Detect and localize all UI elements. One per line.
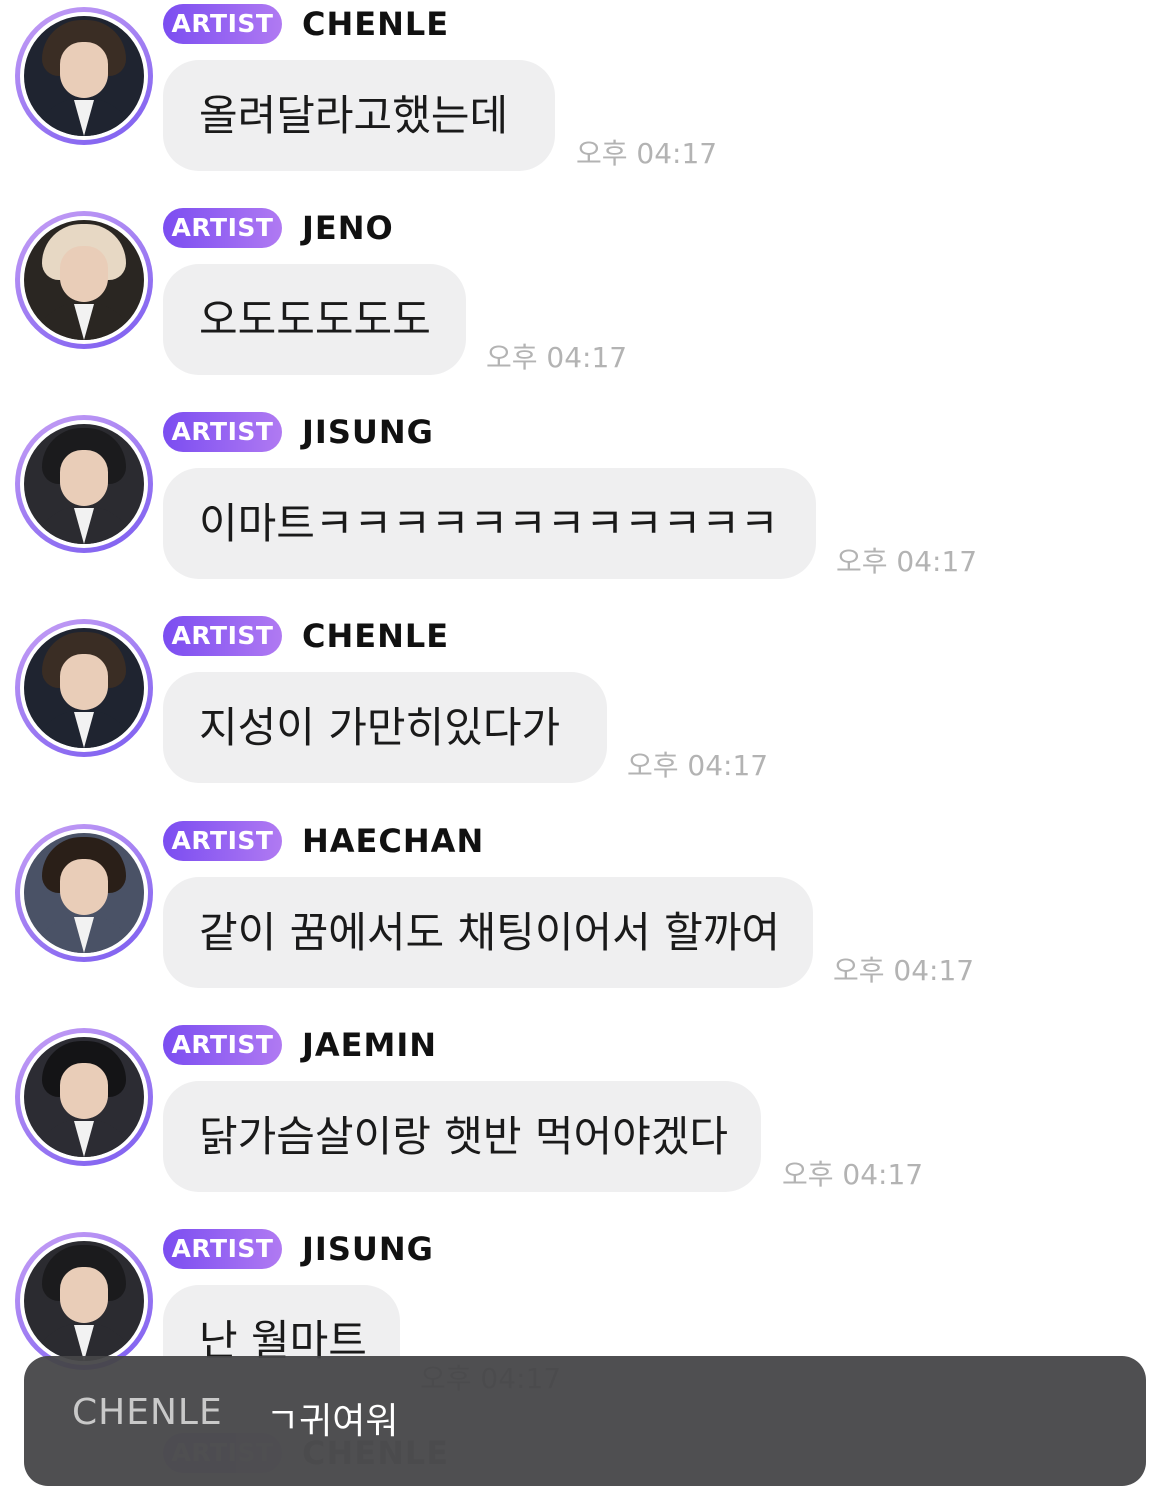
message-notification-toast[interactable]: CHENLE ㄱ귀여워 [24, 1356, 1146, 1486]
chat-message: ARTIST JENO 오도도도도도오후 04:17 [0, 204, 1170, 408]
message-bubble[interactable]: 지성이 가만히있다가 [163, 672, 607, 783]
message-time: 오후 04:17 [576, 137, 718, 170]
message-time: 오후 04:17 [627, 749, 769, 782]
artist-badge: ARTIST [163, 208, 282, 248]
toast-sender: CHENLE [72, 1392, 223, 1433]
sender-name[interactable]: JENO [302, 208, 394, 248]
message-time: 오후 04:17 [833, 954, 975, 987]
message-time: 오후 04:17 [836, 545, 978, 578]
toast-message: ㄱ귀여워 [266, 1401, 399, 1442]
chat-message: ARTIST HAECHAN 같이 꿈에서도 채팅이어서 할까여오후 04:17 [0, 817, 1170, 1021]
chat-message: ARTIST CHENLE 올려달라고했는데오후 04:17 [0, 0, 1170, 204]
profile-photo [24, 424, 144, 544]
sender-name[interactable]: JISUNG [302, 1229, 434, 1269]
message-time: 오후 04:17 [486, 341, 628, 374]
artist-badge: ARTIST [163, 616, 282, 656]
chat-message: ARTIST CHENLE 지성이 가만히있다가오후 04:17 [0, 612, 1170, 816]
message-bubble[interactable]: 같이 꿈에서도 채팅이어서 할까여 [163, 877, 813, 988]
sender-name[interactable]: HAECHAN [302, 821, 484, 861]
message-bubble[interactable]: 이마트ㅋㅋㅋㅋㅋㅋㅋㅋㅋㅋㅋㅋ [163, 468, 816, 579]
profile-photo [24, 220, 144, 340]
avatar[interactable] [15, 619, 153, 757]
profile-photo [24, 1241, 144, 1361]
profile-photo [24, 16, 144, 136]
artist-badge: ARTIST [163, 821, 282, 861]
sender-name[interactable]: CHENLE [302, 616, 449, 656]
avatar[interactable] [15, 1232, 153, 1370]
message-time: 오후 04:17 [782, 1158, 924, 1191]
chat-message: ARTIST JISUNG 이마트ㅋㅋㅋㅋㅋㅋㅋㅋㅋㅋㅋㅋ 오후 04:17 [0, 408, 1170, 612]
avatar[interactable] [15, 415, 153, 553]
profile-photo [24, 833, 144, 953]
artist-badge: ARTIST [163, 4, 282, 44]
avatar[interactable] [15, 1028, 153, 1166]
message-bubble[interactable]: 오도도도도도 [163, 264, 466, 375]
chat-message: ARTIST JAEMIN 닭가슴살이랑 햇반 먹어야겠다오후 04:17 [0, 1021, 1170, 1225]
sender-name[interactable]: CHENLE [302, 4, 449, 44]
sender-name[interactable]: JAEMIN [302, 1025, 437, 1065]
message-bubble[interactable]: 닭가슴살이랑 햇반 먹어야겠다 [163, 1081, 761, 1192]
artist-badge: ARTIST [163, 1229, 282, 1269]
sender-name[interactable]: JISUNG [302, 412, 434, 452]
avatar[interactable] [15, 211, 153, 349]
artist-badge: ARTIST [163, 1025, 282, 1065]
profile-photo [24, 1037, 144, 1157]
artist-badge: ARTIST [163, 412, 282, 452]
avatar[interactable] [15, 824, 153, 962]
avatar[interactable] [15, 7, 153, 145]
profile-photo [24, 628, 144, 748]
message-bubble[interactable]: 올려달라고했는데 [163, 60, 555, 171]
